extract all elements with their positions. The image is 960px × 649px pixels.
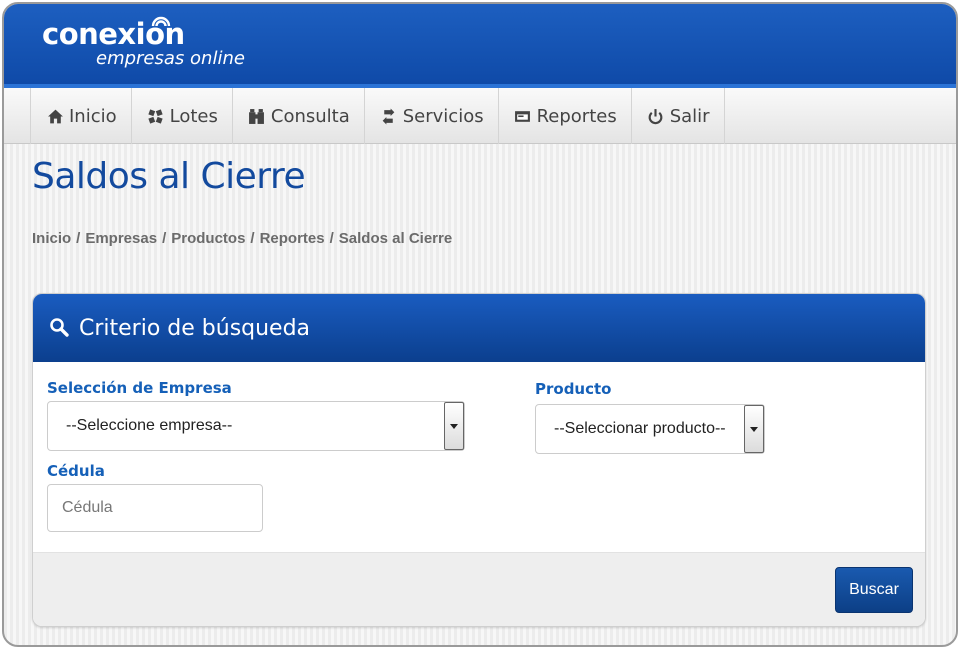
search-icon	[49, 317, 71, 339]
cedula-label: Cédula	[47, 462, 105, 480]
panel-footer: Buscar	[33, 552, 925, 626]
chevron-down-icon[interactable]	[744, 405, 764, 453]
header-bar: conexion empresas online	[4, 4, 956, 88]
nav-label-reportes: Reportes	[536, 105, 617, 127]
nav-item-lotes[interactable]: Lotes	[132, 88, 233, 144]
logo-tagline: empresas online	[96, 48, 245, 69]
breadcrumb-item-empresas[interactable]: Empresas	[85, 230, 157, 247]
producto-label: Producto	[535, 380, 612, 398]
signal-icon	[151, 16, 171, 27]
nav-label-lotes: Lotes	[169, 105, 218, 127]
nav-label-servicios: Servicios	[402, 105, 484, 127]
chevron-down-icon[interactable]	[444, 402, 464, 450]
empresa-select[interactable]: --Seleccione empresa--	[47, 401, 465, 451]
breadcrumb-item-productos[interactable]: Productos	[171, 230, 245, 247]
home-icon	[45, 107, 65, 125]
breadcrumb-separator: /	[250, 230, 255, 247]
nav-item-inicio[interactable]: Inicio	[31, 88, 132, 144]
panel-title: Criterio de búsqueda	[79, 315, 311, 341]
breadcrumb-separator: /	[76, 230, 81, 247]
report-icon	[513, 107, 533, 125]
breadcrumb-separator: /	[162, 230, 167, 247]
nav-label-inicio: Inicio	[69, 105, 117, 127]
breadcrumb-item-inicio[interactable]: Inicio	[32, 230, 71, 247]
empresa-select-value: --Seleccione empresa--	[66, 417, 233, 434]
breadcrumb-item-current: Saldos al Cierre	[338, 230, 453, 247]
panel-header: Criterio de búsqueda	[33, 294, 925, 362]
nav-item-consulta[interactable]: Consulta	[233, 88, 365, 144]
nav-item-salir[interactable]: Salir	[632, 88, 725, 144]
nav-item-reportes[interactable]: Reportes	[499, 88, 632, 144]
breadcrumb-item-reportes[interactable]: Reportes	[260, 230, 325, 247]
breadcrumb: Inicio / Empresas / Productos / Reportes / Saldo…	[32, 230, 452, 247]
empresa-label: Selección de Empresa	[47, 379, 232, 397]
transfer-icon	[379, 107, 399, 125]
search-panel: Criterio de búsqueda Selección de Empres…	[32, 293, 926, 627]
lotes-icon	[146, 107, 166, 125]
app-window: conexion empresas online Inicio Lotes Co…	[2, 2, 958, 647]
search-button[interactable]: Buscar	[835, 567, 913, 613]
power-icon	[646, 107, 666, 125]
nav-label-consulta: Consulta	[270, 105, 350, 127]
page-title: Saldos al Cierre	[32, 156, 306, 197]
nav-item-servicios[interactable]: Servicios	[365, 88, 499, 144]
breadcrumb-separator: /	[329, 230, 334, 247]
producto-select[interactable]: --Seleccionar producto--	[535, 404, 765, 454]
binoculars-icon	[247, 107, 267, 125]
nav-label-salir: Salir	[669, 105, 710, 127]
main-nav: Inicio Lotes Consulta Servicios Reportes…	[4, 88, 956, 144]
cedula-input[interactable]	[47, 484, 263, 532]
logo: conexion empresas online	[42, 16, 245, 69]
producto-select-value: --Seleccionar producto--	[554, 420, 726, 437]
